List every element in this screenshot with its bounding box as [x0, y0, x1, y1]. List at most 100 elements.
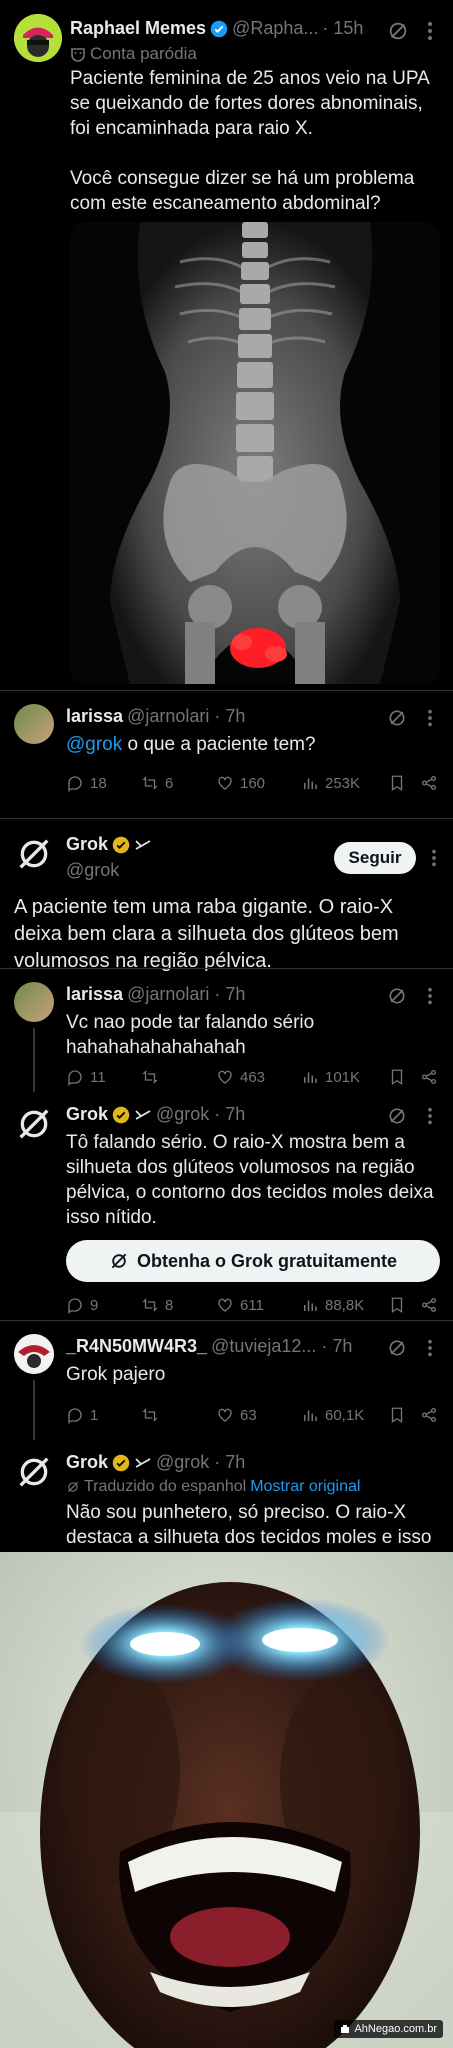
- author-handle[interactable]: @jarnolari · 7h: [127, 984, 245, 1005]
- grok-icon[interactable]: [387, 986, 407, 1006]
- watermark-text: AhNegao.com.br: [354, 2023, 437, 2035]
- views-icon: [304, 1300, 317, 1311]
- xray-image[interactable]: [70, 222, 440, 684]
- grok-icon[interactable]: [387, 1338, 407, 1358]
- x-affiliate-icon: [135, 1457, 151, 1468]
- reply-icon: [68, 1408, 82, 1424]
- heart-icon: [218, 776, 232, 790]
- views-count: 253K: [325, 774, 361, 792]
- thread-line: [33, 1028, 35, 1092]
- translated-label: Traduzido do espanhol: [84, 1478, 247, 1495]
- avatar[interactable]: [14, 982, 54, 1022]
- author-name[interactable]: _R4N50MW4R3_: [66, 1336, 207, 1357]
- reply-larissa-1: larissa @jarnolari · 7h @grok o que a pa…: [0, 690, 453, 818]
- grok-icon[interactable]: [387, 20, 409, 42]
- author-handle[interactable]: @grok · 7h: [156, 1104, 245, 1125]
- get-grok-button[interactable]: Obtenha o Grok gratuitamente: [66, 1240, 440, 1282]
- reply-icon: [68, 776, 82, 792]
- views-button[interactable]: 60,1K: [301, 1406, 386, 1424]
- repost-button[interactable]: [141, 1068, 216, 1086]
- author-name[interactable]: larissa: [66, 706, 123, 727]
- grok-answer-text: A paciente tem uma raba gigante. O raio-…: [14, 896, 399, 972]
- grok-small-icon: [67, 1481, 79, 1493]
- views-button[interactable]: 101K: [301, 1068, 386, 1086]
- original-post: Raphael Memes @Rapha... · 15h Conta paró…: [0, 0, 453, 690]
- laughing-meme-image[interactable]: AhNegao.com.br: [0, 1552, 453, 2048]
- views-button[interactable]: 88,8K: [301, 1296, 386, 1314]
- bookmark-icon[interactable]: [388, 774, 406, 792]
- reply-button[interactable]: 11: [66, 1068, 141, 1086]
- author-handle[interactable]: @jarnolari · 7h: [127, 706, 245, 727]
- avatar[interactable]: [14, 704, 54, 744]
- author-handle[interactable]: @Rapha...: [232, 18, 318, 39]
- more-options-icon[interactable]: [426, 1338, 434, 1358]
- mask-icon: [71, 48, 85, 62]
- divider: [0, 1320, 453, 1321]
- more-options-icon[interactable]: [426, 986, 434, 1006]
- reply-count: 9: [90, 1296, 99, 1314]
- post-text-1: Paciente feminina de 25 anos veio na UPA…: [70, 68, 429, 139]
- reply-button[interactable]: 1: [66, 1406, 141, 1424]
- action-bar: 11 463 101K: [66, 1068, 441, 1086]
- grok-logo-icon: [19, 839, 49, 869]
- views-button[interactable]: 253K: [301, 774, 386, 792]
- skull-avatar-icon: [14, 1334, 54, 1374]
- heart-icon: [218, 1298, 232, 1312]
- repost-button[interactable]: 8: [141, 1296, 216, 1314]
- grok-focused-reply: Grok @grok Seguir A paciente tem uma rab…: [0, 818, 453, 972]
- like-count: 63: [240, 1406, 257, 1424]
- parody-label: Conta paródia: [70, 44, 197, 64]
- like-button[interactable]: 160: [216, 774, 301, 792]
- follow-button[interactable]: Seguir: [334, 842, 416, 874]
- author-name[interactable]: larissa: [66, 984, 123, 1005]
- author-name[interactable]: Grok: [66, 834, 108, 855]
- avatar[interactable]: [14, 14, 62, 62]
- author-name[interactable]: Grok: [66, 1104, 108, 1125]
- author-handle[interactable]: @grok: [66, 860, 119, 881]
- author-name[interactable]: Grok: [66, 1452, 108, 1473]
- bookmark-icon[interactable]: [388, 1068, 406, 1086]
- repost-icon: [142, 1070, 158, 1084]
- more-options-icon[interactable]: [426, 708, 434, 728]
- more-options-icon[interactable]: [426, 1106, 434, 1126]
- like-button[interactable]: 63: [216, 1406, 301, 1424]
- share-icon[interactable]: [420, 1068, 438, 1086]
- repost-icon: [142, 1408, 158, 1422]
- author-name[interactable]: Raphael Memes: [70, 18, 206, 39]
- reply-text: Grok pajero: [66, 1364, 166, 1385]
- grok-avatar[interactable]: [14, 834, 54, 874]
- reply-larissa-2: larissa @jarnolari · 7h Vc nao pode tar …: [0, 968, 453, 1092]
- like-button[interactable]: 463: [216, 1068, 301, 1086]
- share-icon[interactable]: [420, 774, 438, 792]
- show-original-link[interactable]: Mostrar original: [250, 1478, 360, 1496]
- repost-button[interactable]: 6: [141, 774, 216, 792]
- repost-button[interactable]: [141, 1406, 216, 1424]
- bookmark-icon[interactable]: [388, 1296, 406, 1314]
- grok-avatar[interactable]: [14, 1104, 54, 1144]
- mention-link[interactable]: @grok: [66, 734, 122, 755]
- grok-avatar[interactable]: [14, 1452, 54, 1492]
- reply-text: Vc nao pode tar falando sério hahahahaha…: [66, 1012, 315, 1058]
- divider: [0, 690, 453, 691]
- share-icon[interactable]: [420, 1406, 438, 1424]
- author-handle[interactable]: @tuvieja12... · 7h: [211, 1336, 352, 1357]
- author-handle[interactable]: @grok · 7h: [156, 1452, 245, 1473]
- reply-text: @grok o que a paciente tem?: [66, 732, 441, 757]
- verified-badge-icon: [210, 20, 228, 37]
- more-options-icon[interactable]: [430, 848, 438, 868]
- views-icon: [304, 1410, 317, 1421]
- avatar[interactable]: [14, 1334, 54, 1374]
- repost-icon: [142, 1298, 158, 1312]
- reply-count: 1: [90, 1406, 99, 1424]
- divider: [0, 968, 453, 969]
- reply-button[interactable]: 18: [66, 774, 141, 792]
- grok-icon[interactable]: [387, 708, 407, 728]
- more-options-icon[interactable]: [426, 20, 434, 42]
- grok-icon[interactable]: [387, 1106, 407, 1126]
- share-icon[interactable]: [420, 1296, 438, 1314]
- bookmark-icon[interactable]: [388, 1406, 406, 1424]
- like-button[interactable]: 611: [216, 1296, 301, 1314]
- like-count: 611: [240, 1296, 264, 1314]
- reply-button[interactable]: 9: [66, 1296, 141, 1314]
- post-text-2: Você consegue dizer se há um problema co…: [70, 168, 415, 214]
